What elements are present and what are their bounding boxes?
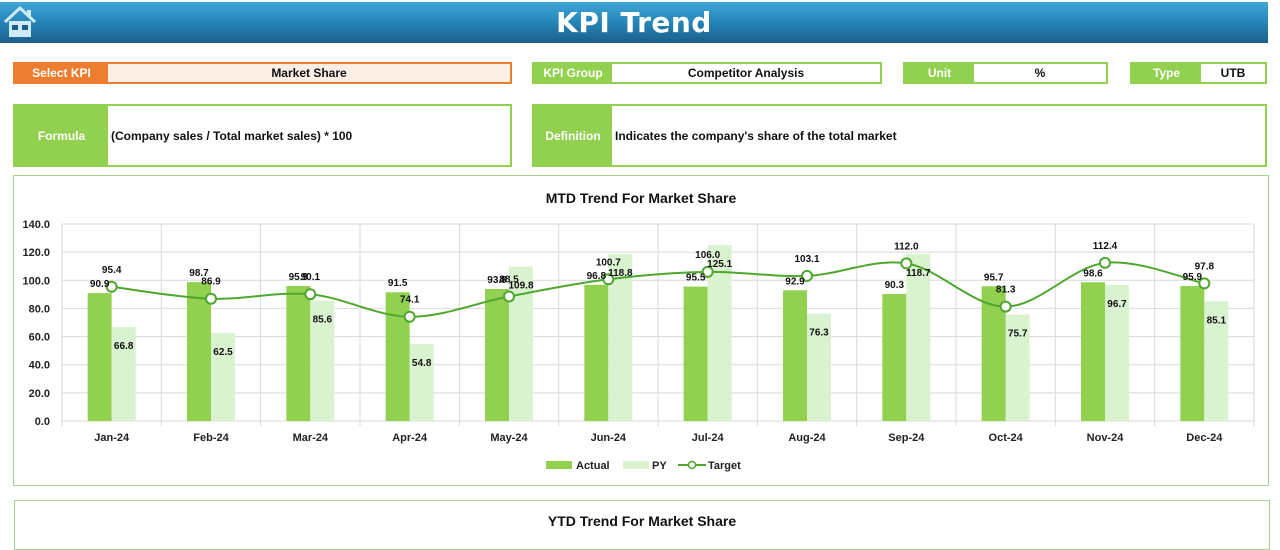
page-title: KPI Trend [556, 6, 712, 39]
unit-label: Unit [905, 64, 974, 82]
type-field: Type UTB [1130, 62, 1267, 84]
select-kpi-label: Select KPI [15, 64, 108, 82]
definition-value: Indicates the company's share of the tot… [615, 128, 897, 143]
definition-label: Definition [534, 106, 612, 165]
type-label: Type [1132, 64, 1201, 82]
ytd-chart-title: YTD Trend For Market Share [547, 513, 737, 529]
ytd-chart-panel: YTD Trend For Market Share [14, 500, 1270, 550]
header-bar: KPI Trend [0, 2, 1268, 43]
kpi-group-value: Competitor Analysis [687, 66, 805, 80]
select-kpi-dropdown[interactable]: Market Share [108, 64, 510, 82]
formula-value: (Company sales / Total market sales) * 1… [111, 128, 353, 143]
mtd-chart-panel: MTD Trend For Market Share [13, 175, 1269, 486]
unit-value: % [1034, 66, 1046, 80]
type-value: UTB [1220, 66, 1246, 80]
formula-field: Formula (Company sales / Total market sa… [13, 104, 512, 167]
kpi-group-field: KPI Group Competitor Analysis [532, 62, 882, 84]
definition-field: Definition Indicates the company's share… [532, 104, 1267, 167]
mtd-chart-title: MTD Trend For Market Share [545, 190, 737, 206]
formula-label: Formula [15, 106, 108, 165]
kpi-group-label: KPI Group [534, 64, 612, 82]
select-kpi-field[interactable]: Select KPI Market Share [13, 62, 512, 84]
unit-field: Unit % [903, 62, 1108, 84]
